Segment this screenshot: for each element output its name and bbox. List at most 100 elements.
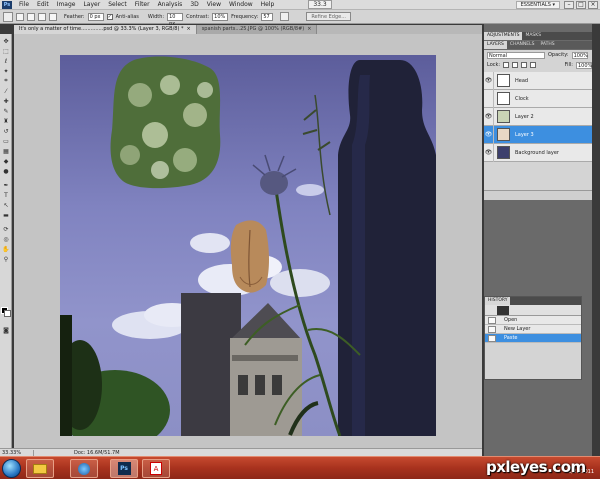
history-label: Paste (504, 335, 518, 341)
history-snapshot[interactable] (485, 305, 581, 316)
start-button[interactable] (2, 459, 21, 478)
layer-row-head[interactable]: 👁 Head (484, 71, 592, 90)
contrast-input[interactable]: 10% (212, 12, 229, 21)
tab-adjustments[interactable]: ADJUSTMENTS (484, 32, 523, 40)
blur-tool-icon[interactable]: ◆ (1, 157, 11, 165)
layer-row-clock[interactable]: Clock (484, 89, 592, 108)
brush-tool-icon[interactable]: ✎ (1, 107, 11, 115)
pen-tool-icon[interactable]: ✒ (1, 181, 11, 189)
quick-mask-icon[interactable]: ◙ (1, 326, 11, 334)
photoshop-icon: Ps (117, 462, 131, 475)
history-item-paste[interactable]: Paste (485, 334, 581, 343)
width-input[interactable]: 10 px (167, 12, 184, 27)
frequency-input[interactable]: 57 (261, 12, 274, 21)
folder-icon (33, 463, 47, 474)
path-selection-tool-icon[interactable]: ↖ (1, 201, 11, 209)
add-selection-icon[interactable] (27, 12, 35, 21)
visibility-off-icon[interactable] (484, 89, 494, 108)
fill-input[interactable]: 100% (575, 61, 592, 69)
tab-masks[interactable]: MASKS (522, 32, 544, 40)
maximize-icon[interactable]: □ (576, 0, 586, 9)
menu-help[interactable]: Help (257, 1, 279, 8)
zoom-tool-icon[interactable]: ⚲ (1, 255, 11, 263)
history-item-open[interactable]: Open (485, 316, 581, 325)
tab-channels[interactable]: CHANNELS (507, 41, 538, 49)
browser-taskbar-button[interactable] (70, 459, 98, 478)
document-canvas[interactable] (60, 55, 436, 436)
eraser-tool-icon[interactable]: ▭ (1, 137, 11, 145)
subtract-selection-icon[interactable] (38, 12, 46, 21)
workspace-switcher[interactable]: ESSENTIALS ▾ (515, 0, 560, 9)
healing-brush-tool-icon[interactable]: ✚ (1, 97, 11, 105)
panel-dock: ADJUSTMENTS MASKS LAYERS CHANNELS PATHS … (484, 24, 592, 456)
menu-view[interactable]: View (203, 1, 225, 8)
menu-window[interactable]: Window (225, 1, 257, 8)
opacity-input[interactable]: 100% (571, 51, 588, 59)
move-tool-icon[interactable]: ✥ (1, 37, 11, 45)
3d-orbit-tool-icon[interactable]: ◎ (1, 235, 11, 243)
gradient-tool-icon[interactable]: ▦ (1, 147, 11, 155)
toolbox: ✥ ⬚ ℓ ✦ ⌗ ⁄ ✚ ✎ ♜ ↺ ▭ ▦ ◆ ● ✒ T ↖ ▬ ⟳ ◎ … (0, 34, 12, 454)
lock-all-icon[interactable] (529, 62, 536, 68)
type-tool-icon[interactable]: T (1, 191, 11, 199)
history-brush-tool-icon[interactable]: ↺ (1, 127, 11, 135)
tab-paths[interactable]: PATHS (537, 41, 557, 49)
layer-row-layer-2[interactable]: 👁 Layer 2 (484, 107, 592, 126)
pdf-icon: A (150, 462, 162, 475)
status-zoom[interactable]: 33.33% (0, 449, 34, 456)
lasso-tool-icon[interactable]: ℓ (1, 57, 11, 65)
close-icon[interactable]: × (588, 0, 598, 9)
lock-pixels-icon[interactable] (511, 62, 518, 68)
menu-filter[interactable]: Filter (131, 1, 154, 8)
tab-active-document[interactable]: It's only a matter of time..............… (14, 25, 197, 34)
lock-position-icon[interactable] (520, 62, 527, 68)
visibility-eye-icon[interactable]: 👁 (484, 107, 494, 126)
history-step-icon (488, 325, 496, 333)
menu-image[interactable]: Image (53, 1, 80, 8)
history-item-new-layer[interactable]: New Layer (485, 325, 581, 334)
antialias-label: Anti-alias (115, 13, 139, 20)
tab-history[interactable]: HISTORY (485, 297, 511, 305)
crop-tool-icon[interactable]: ⌗ (1, 77, 11, 85)
menu-file[interactable]: File (15, 1, 33, 8)
antialias-checkbox[interactable]: ✓ (106, 13, 113, 20)
3d-rotate-tool-icon[interactable]: ⟳ (1, 225, 11, 233)
feather-input[interactable]: 0 px (87, 12, 104, 21)
menu-analysis[interactable]: Analysis (154, 1, 187, 8)
menu-3d[interactable]: 3D (186, 1, 202, 8)
layer-row-background[interactable]: 👁 Background layer (484, 143, 592, 162)
tablet-pressure-icon[interactable] (280, 12, 290, 21)
minimize-icon[interactable]: – (564, 0, 574, 9)
visibility-eye-icon[interactable]: 👁 (484, 71, 494, 90)
hand-tool-icon[interactable]: ✋ (1, 245, 11, 253)
background-color-swatch[interactable] (4, 310, 11, 317)
intersect-selection-icon[interactable] (49, 12, 57, 21)
visibility-eye-icon[interactable]: 👁 (484, 143, 494, 162)
new-selection-icon[interactable] (16, 12, 24, 21)
tab-second-document[interactable]: spanish parts...25.JPG @ 100% (RGB/8#) × (196, 25, 318, 34)
refine-edge-button[interactable]: Refine Edge... (306, 12, 351, 21)
pdf-reader-taskbar-button[interactable]: A (142, 459, 170, 478)
menu-edit[interactable]: Edit (33, 1, 53, 8)
magnetic-lasso-icon[interactable] (3, 11, 13, 22)
menu-layer[interactable]: Layer (79, 1, 104, 8)
zoom-level[interactable]: 33.3 (308, 0, 332, 9)
blend-mode-select[interactable]: Normal (487, 51, 545, 59)
close-tab-icon[interactable]: × (307, 26, 311, 32)
marquee-tool-icon[interactable]: ⬚ (1, 47, 11, 55)
shape-tool-icon[interactable]: ▬ (1, 211, 11, 219)
document-tabs: It's only a matter of time..............… (14, 25, 482, 34)
close-tab-icon[interactable]: × (187, 26, 191, 32)
clone-stamp-tool-icon[interactable]: ♜ (1, 117, 11, 125)
dodge-tool-icon[interactable]: ● (1, 167, 11, 175)
explorer-taskbar-button[interactable] (26, 459, 54, 478)
tab-layers[interactable]: LAYERS (484, 41, 507, 49)
visibility-eye-icon[interactable]: 👁 (484, 125, 494, 144)
eyedropper-tool-icon[interactable]: ⁄ (1, 87, 11, 95)
layer-row-layer-3[interactable]: 👁 Layer 3 (484, 125, 592, 144)
magic-wand-tool-icon[interactable]: ✦ (1, 67, 11, 75)
menu-select[interactable]: Select (104, 1, 131, 8)
lock-transparency-icon[interactable] (503, 62, 509, 68)
photoshop-taskbar-button[interactable]: Ps (110, 459, 138, 478)
adjustments-tabstrip: ADJUSTMENTS MASKS (484, 32, 592, 40)
